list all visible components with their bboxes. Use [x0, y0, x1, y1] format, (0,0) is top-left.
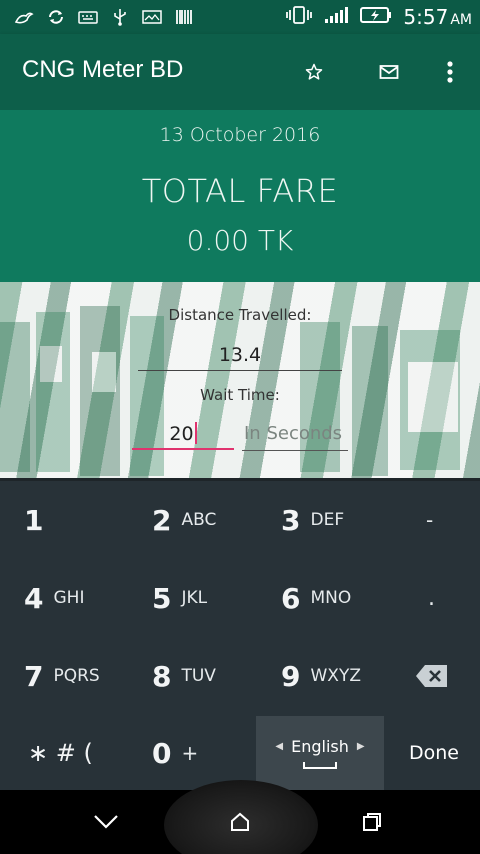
key-digit: 9	[281, 659, 301, 693]
key-3[interactable]: 3 DEF	[281, 483, 344, 557]
recents-button[interactable]	[352, 804, 392, 840]
key-digit: 2	[152, 503, 172, 537]
key-letters: TUV	[181, 666, 216, 686]
fare-date: 13 October 2016	[159, 124, 321, 146]
key-letters: JKL	[181, 588, 208, 608]
key-letters: ABC	[181, 510, 217, 530]
wait-unit-field[interactable]: In Seconds	[244, 423, 348, 444]
wait-time-value: 20	[169, 423, 194, 445]
text-cursor	[194, 422, 197, 444]
wait-time-underline	[132, 448, 234, 450]
distance-underline	[138, 370, 342, 371]
chevron-left-icon: ◀	[275, 741, 284, 752]
overflow-menu-icon[interactable]	[434, 56, 466, 88]
space-icon	[303, 762, 337, 769]
key-letters: WXYZ	[310, 666, 361, 686]
key-letters: +	[181, 741, 199, 765]
wait-unit-underline	[242, 450, 348, 451]
key-letters: MNO	[310, 588, 352, 608]
key-digit: 4	[24, 581, 44, 615]
key-digit: 7	[24, 659, 44, 693]
language-switch-key[interactable]: ◀ English ▶	[256, 716, 384, 790]
recents-icon	[363, 813, 381, 831]
key-letters: GHI	[53, 588, 85, 608]
backspace-key[interactable]	[414, 639, 450, 713]
sync-icon	[46, 8, 66, 26]
wait-time-label: Wait Time:	[200, 386, 280, 404]
key-symbol: ∗ # (	[28, 739, 93, 767]
chevron-down-icon	[94, 815, 118, 829]
barcode-icon	[174, 8, 194, 26]
fare-panel: 13 October 2016 TOTAL FARE 0.00 TK	[0, 110, 480, 282]
total-fare-value: 0.00 TK	[186, 224, 294, 257]
system-status: 5:57 AM	[285, 0, 472, 34]
app-bar: CNG Meter BD	[0, 34, 480, 110]
total-fare-label: TOTAL FARE	[141, 172, 339, 210]
key-1[interactable]: 1	[24, 483, 43, 557]
key-symbols[interactable]: ∗ # (	[28, 716, 93, 790]
clock-time: 5:57	[403, 5, 449, 29]
numeric-keyboard: 1 2 ABC 3 DEF - 4 GHI 5 JKL 6 MNO . 7 PQRS 8 TU…	[0, 478, 480, 790]
back-button[interactable]	[86, 804, 126, 840]
usb-icon	[110, 8, 130, 26]
home-icon	[231, 812, 249, 831]
key-period[interactable]: .	[428, 561, 435, 635]
chevron-right-icon: ▶	[356, 741, 365, 752]
trip-form: Distance Travelled: 13.4 Wait Time: 20 I…	[0, 282, 480, 478]
key-5[interactable]: 5 JKL	[152, 561, 207, 635]
key-2[interactable]: 2 ABC	[152, 483, 216, 557]
notification-icons	[14, 6, 194, 28]
language-label: English	[291, 737, 349, 756]
bird-notification-icon	[14, 8, 34, 26]
key-digit: 6	[281, 581, 301, 615]
signal-icon	[323, 5, 349, 29]
status-bar: 5:57 AM	[0, 0, 480, 34]
app-title: CNG Meter BD	[22, 56, 184, 83]
key-6[interactable]: 6 MNO	[281, 561, 351, 635]
mail-icon[interactable]	[373, 56, 405, 88]
home-button[interactable]	[220, 804, 260, 840]
key-digit: 8	[152, 659, 172, 693]
keyboard-icon	[78, 8, 98, 26]
key-symbol: -	[426, 508, 434, 532]
key-9[interactable]: 9 WXYZ	[281, 639, 361, 713]
key-letters: PQRS	[53, 666, 100, 686]
clock-ampm: AM	[450, 12, 472, 28]
key-7[interactable]: 7 PQRS	[24, 639, 100, 713]
wait-time-input[interactable]: 20	[134, 422, 232, 445]
language-row: ◀ English ▶	[275, 737, 364, 756]
key-4[interactable]: 4 GHI	[24, 561, 84, 635]
key-digit: 1	[24, 503, 44, 537]
backspace-icon	[416, 665, 447, 687]
key-0[interactable]: 0 +	[152, 716, 198, 790]
key-digit: 5	[152, 581, 172, 615]
clock: 5:57 AM	[403, 5, 472, 29]
system-nav-bar	[0, 780, 480, 854]
distance-label: Distance Travelled:	[168, 306, 312, 324]
vibrate-icon	[285, 5, 313, 29]
done-key[interactable]: Done	[396, 716, 472, 790]
image-icon	[142, 8, 162, 26]
distance-input[interactable]: 13.4	[140, 344, 340, 366]
key-digit: 3	[281, 503, 301, 537]
key-letters: DEF	[310, 510, 345, 530]
key-minus[interactable]: -	[426, 483, 433, 557]
battery-charging-icon	[359, 5, 393, 29]
key-symbol: .	[428, 585, 435, 611]
key-8[interactable]: 8 TUV	[152, 639, 216, 713]
key-digit: 0	[152, 736, 172, 770]
star-icon[interactable]	[298, 56, 330, 88]
